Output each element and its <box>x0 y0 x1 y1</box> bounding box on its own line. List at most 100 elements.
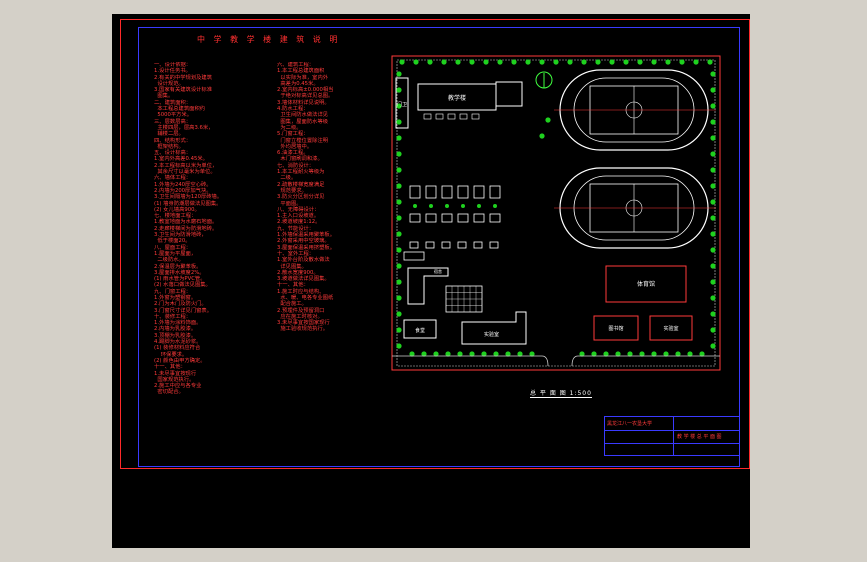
drawing-caption: 总 平 面 图 1:500 <box>530 390 592 398</box>
sports-field-north <box>554 69 716 151</box>
parking-block <box>403 251 425 261</box>
tree-icon <box>497 59 503 65</box>
site-boundary <box>391 55 721 371</box>
kiosk <box>473 213 485 223</box>
tree-icon <box>710 87 716 93</box>
gym-label: 体育馆 <box>637 280 655 288</box>
tree-icon <box>493 204 497 208</box>
kiosk <box>441 185 453 199</box>
kiosk <box>489 213 501 223</box>
kiosk <box>441 241 451 249</box>
tree-icon <box>396 167 402 173</box>
tree-icon <box>710 103 716 109</box>
entrance-road <box>392 355 720 367</box>
tree-icon <box>637 59 643 65</box>
tree-icon <box>539 59 545 65</box>
tree-icon <box>396 135 402 141</box>
kiosk <box>425 213 437 223</box>
planter <box>423 113 432 120</box>
dorm-label: 宿舍 <box>434 268 442 274</box>
tree-icon <box>469 59 475 65</box>
tree-icon <box>710 215 716 221</box>
tree-icon <box>581 59 587 65</box>
tree-icon <box>710 295 716 301</box>
kiosk <box>457 213 469 223</box>
tree-icon <box>707 59 713 65</box>
teaching-building-label: 教学楼 <box>448 94 466 102</box>
tree-icon <box>623 59 629 65</box>
kiosk <box>457 241 467 249</box>
tree-icon <box>525 59 531 65</box>
tree-icon <box>710 119 716 125</box>
tree-icon <box>427 59 433 65</box>
tree-icon <box>396 263 402 269</box>
lab-building <box>461 311 527 345</box>
sports-field-south <box>554 167 716 249</box>
teaching-building-wing <box>495 81 523 107</box>
kiosk <box>409 185 421 199</box>
tree-icon <box>396 71 402 77</box>
tree-icon <box>693 59 699 65</box>
kiosk <box>489 241 499 249</box>
tree-icon <box>710 167 716 173</box>
tree-icon <box>399 59 405 65</box>
tree-icon <box>710 135 716 141</box>
tree-icon <box>396 87 402 93</box>
planter <box>447 113 456 120</box>
tree-icon <box>710 311 716 317</box>
tree-icon <box>567 59 573 65</box>
office-label: 实验室 <box>663 325 678 332</box>
tree-icon <box>710 263 716 269</box>
tree-icon <box>396 295 402 301</box>
tree-icon <box>609 59 615 65</box>
tree-icon <box>396 231 402 237</box>
tree-icon <box>396 343 402 349</box>
court-grid <box>446 286 482 312</box>
tree-icon <box>710 183 716 189</box>
kiosk <box>457 185 469 199</box>
canteen-label: 食堂 <box>415 327 425 334</box>
tree-icon <box>396 215 402 221</box>
site-fence <box>396 59 716 367</box>
tree-icon <box>396 311 402 317</box>
tree-icon <box>710 231 716 237</box>
kiosk <box>489 185 501 199</box>
drawing-sheet: 中 学 教 学 楼 建 筑 说 明 一、设计依据： 1.设计任务书。 2.有关的… <box>112 14 750 548</box>
planter <box>459 113 468 120</box>
tree-icon <box>553 59 559 65</box>
dorm-building <box>407 267 449 305</box>
tree-icon <box>710 343 716 349</box>
tree-icon <box>396 151 402 157</box>
planter <box>435 113 444 120</box>
tree-icon <box>396 183 402 189</box>
kiosk <box>425 185 437 199</box>
tree-icon <box>679 59 685 65</box>
tree-icon <box>710 279 716 285</box>
tree-icon <box>483 59 489 65</box>
tree-icon <box>396 279 402 285</box>
tree-icon <box>445 204 449 208</box>
kiosk <box>473 185 485 199</box>
title-block-drawing-name: 教 学 楼 总 平 面 图 <box>677 434 722 440</box>
tree-icon <box>665 59 671 65</box>
tree-icon <box>710 151 716 157</box>
kiosk <box>409 241 419 249</box>
parking-blocks <box>403 251 425 261</box>
tree-icon <box>710 247 716 253</box>
title-block: 黑龙江八一农垦大学 教 学 楼 总 平 面 图 <box>604 416 740 456</box>
kiosk <box>425 241 435 249</box>
tree-icon <box>455 59 461 65</box>
tree-icon <box>396 199 402 205</box>
library-label: 图书馆 <box>608 325 623 332</box>
tree-icon <box>710 327 716 333</box>
kiosk <box>441 213 453 223</box>
tree-icon <box>595 59 601 65</box>
kiosk <box>409 213 421 223</box>
tree-icon <box>396 119 402 125</box>
tree-icon <box>477 204 481 208</box>
tree-icon <box>539 133 545 139</box>
tree-icon <box>441 59 447 65</box>
tree-icon <box>511 59 517 65</box>
tree-icon <box>461 204 465 208</box>
tree-icon <box>396 327 402 333</box>
